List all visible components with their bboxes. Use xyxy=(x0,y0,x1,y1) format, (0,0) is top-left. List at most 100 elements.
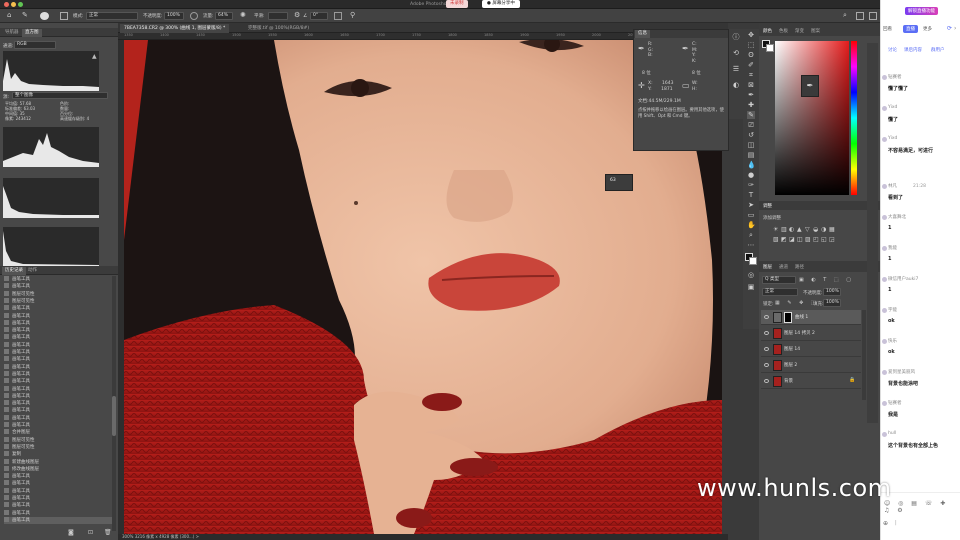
tab-gradients[interactable]: 渐变 xyxy=(795,28,804,34)
airbrush-icon[interactable]: ✺ xyxy=(240,12,246,19)
layers-scrollbar[interactable] xyxy=(862,310,866,400)
source-select[interactable]: 整个图像 xyxy=(12,92,108,99)
layer-visibility-eye-icon[interactable] xyxy=(764,331,769,335)
rectangle-tool-icon[interactable]: ▭ xyxy=(747,211,755,219)
chat-username[interactable]: 快乐 xyxy=(888,338,897,344)
history-scrollbar[interactable] xyxy=(112,276,116,531)
history-item[interactable]: 画笔工具 xyxy=(4,356,112,363)
more-tools-icon[interactable]: ⋯ xyxy=(747,241,755,249)
zoom-window-button[interactable] xyxy=(18,2,23,7)
chat-username[interactable]: Yixd xyxy=(888,136,897,141)
path-select-tool-icon[interactable]: ➤ xyxy=(747,201,755,209)
type-tool-icon[interactable]: T xyxy=(747,191,755,199)
angle-input[interactable]: 0° xyxy=(310,12,328,20)
chat-avatar[interactable] xyxy=(882,401,887,406)
playback-link[interactable]: 回看 xyxy=(883,26,892,32)
move-tool-icon[interactable]: ✥ xyxy=(747,31,755,39)
layer-visibility-eye-icon[interactable] xyxy=(764,379,769,383)
history-brush-tool-icon[interactable]: ↺ xyxy=(747,131,755,139)
adjustment-type-icon[interactable]: ◐ xyxy=(789,226,794,233)
history-item[interactable]: 画笔工具 xyxy=(4,370,112,378)
marquee-tool-icon[interactable]: ⬚ xyxy=(747,41,755,49)
tab-histogram[interactable]: 直方图 xyxy=(22,29,42,37)
chat-avatar[interactable] xyxy=(882,106,887,111)
unlock-live-banner[interactable]: 解锁直播功能 xyxy=(905,7,938,15)
zoom-tool-icon[interactable]: ⌕ xyxy=(747,231,755,239)
tab-actions[interactable]: 动作 xyxy=(25,267,40,275)
chat-input[interactable]: | xyxy=(895,520,897,526)
pen-tool-icon[interactable]: ✑ xyxy=(747,181,755,189)
layer-row-background[interactable]: 背景 🔒 xyxy=(761,374,861,389)
history-item[interactable]: 画笔工具 xyxy=(4,349,112,356)
screen-share-badge[interactable]: ● 屏幕分享中 xyxy=(482,0,520,8)
chat-username[interactable]: 钻赛者 xyxy=(888,400,902,406)
adjustment-type-icon[interactable]: ◩ xyxy=(781,236,787,243)
chat-avatar[interactable] xyxy=(882,370,887,375)
history-item[interactable]: 画笔工具 xyxy=(4,495,112,502)
layer-row[interactable]: 图层 2 xyxy=(761,358,861,373)
layer-visibility-eye-icon[interactable] xyxy=(764,315,769,319)
chat-username[interactable]: 爱到星美丽风 xyxy=(888,369,915,375)
flow-input[interactable]: 64% xyxy=(215,12,233,20)
pressure-opacity-icon[interactable] xyxy=(190,12,198,20)
chat-username[interactable]: 林凡 xyxy=(888,183,897,189)
smooth-settings-gear-icon[interactable]: ⚙ xyxy=(294,12,300,19)
history-item[interactable]: 新建曲线图层 xyxy=(4,458,112,466)
workspace-icon[interactable] xyxy=(856,12,864,20)
history-item[interactable]: 画笔工具 xyxy=(4,502,112,509)
lasso-tool-icon[interactable]: ʘ xyxy=(747,51,755,59)
dodge-tool-icon[interactable]: ● xyxy=(747,171,755,179)
clone-stamp-tool-icon[interactable]: ⎚ xyxy=(747,121,755,129)
chat-avatar[interactable] xyxy=(882,137,887,142)
history-item[interactable]: 画笔工具 xyxy=(4,407,112,414)
hand-tool-icon[interactable]: ✋ xyxy=(747,221,756,229)
layer-row[interactable]: 图层 14 拷贝 2 xyxy=(761,326,861,341)
layer-row-curves[interactable]: 曲线 1 xyxy=(761,310,861,325)
home-icon[interactable]: ⌂ xyxy=(7,12,11,19)
tab-patterns[interactable]: 图案 xyxy=(811,28,820,34)
brush-tool-active-icon[interactable]: ✎ xyxy=(747,111,755,119)
pressure-size-icon[interactable] xyxy=(334,12,342,20)
recording-status-badge[interactable]: 未录制 xyxy=(446,0,468,8)
layer-row[interactable]: 图层 14 xyxy=(761,342,861,357)
layer-opacity-input[interactable]: 100% xyxy=(823,288,841,296)
attach-icon[interactable]: ⊕ xyxy=(883,520,888,527)
history-item[interactable]: 画笔工具 xyxy=(4,341,112,349)
adjustment-type-icon[interactable]: ◱ xyxy=(821,236,827,243)
history-item[interactable]: 画笔工具 xyxy=(4,414,112,422)
adjustment-type-icon[interactable]: ▽ xyxy=(805,226,810,233)
channel-select[interactable]: RGB xyxy=(14,41,56,49)
smooth-input[interactable] xyxy=(268,12,288,20)
history-item[interactable]: 画笔工具 xyxy=(4,312,112,320)
adjustment-type-icon[interactable]: ◲ xyxy=(829,236,835,243)
history-item[interactable]: 合并图层 xyxy=(4,429,112,436)
chat-username[interactable]: 大喜舞北 xyxy=(888,214,906,220)
properties-panel-icon[interactable]: ☰ xyxy=(732,65,740,73)
chat-avatar[interactable] xyxy=(882,215,887,220)
blend-mode-select[interactable]: 正常 xyxy=(762,288,798,296)
history-item[interactable]: 画笔工具 xyxy=(4,516,112,525)
close-window-button[interactable] xyxy=(4,2,9,7)
gradient-tool-icon[interactable]: ▤ xyxy=(747,151,755,159)
chat-username[interactable]: 钻赛者 xyxy=(888,74,902,80)
adjustment-type-icon[interactable]: ◑ xyxy=(821,226,826,233)
chat-avatar[interactable] xyxy=(882,339,887,344)
tab-color[interactable]: 颜色 xyxy=(763,28,772,34)
history-item[interactable]: 画笔工具 xyxy=(4,400,112,407)
eyedropper-tool-icon[interactable]: ✒ xyxy=(747,91,755,99)
tab-history[interactable]: 历史记录 xyxy=(2,267,26,275)
history-item[interactable]: 图层可见性 xyxy=(4,290,112,298)
brush-tool-icon[interactable]: ✎ xyxy=(22,12,28,19)
info-panel-icon[interactable]: ⓘ xyxy=(732,33,740,41)
adjustment-type-icon[interactable]: ▥ xyxy=(781,226,787,233)
adjustments-panel-icon[interactable]: ◐ xyxy=(732,81,740,89)
history-item[interactable]: 画笔工具 xyxy=(4,487,112,495)
tab-navigator[interactable]: 导航器 xyxy=(2,29,22,37)
quick-select-tool-icon[interactable]: ✐ xyxy=(747,61,755,69)
tab-live[interactable]: 直播 xyxy=(903,25,918,33)
search-icon[interactable]: ⌕ xyxy=(843,12,847,19)
history-item[interactable]: 画笔工具 xyxy=(4,509,112,517)
history-item[interactable]: 画笔工具 xyxy=(4,276,112,283)
layer-visibility-eye-icon[interactable] xyxy=(764,347,769,351)
collapse-chevron-icon[interactable]: › xyxy=(954,25,956,32)
